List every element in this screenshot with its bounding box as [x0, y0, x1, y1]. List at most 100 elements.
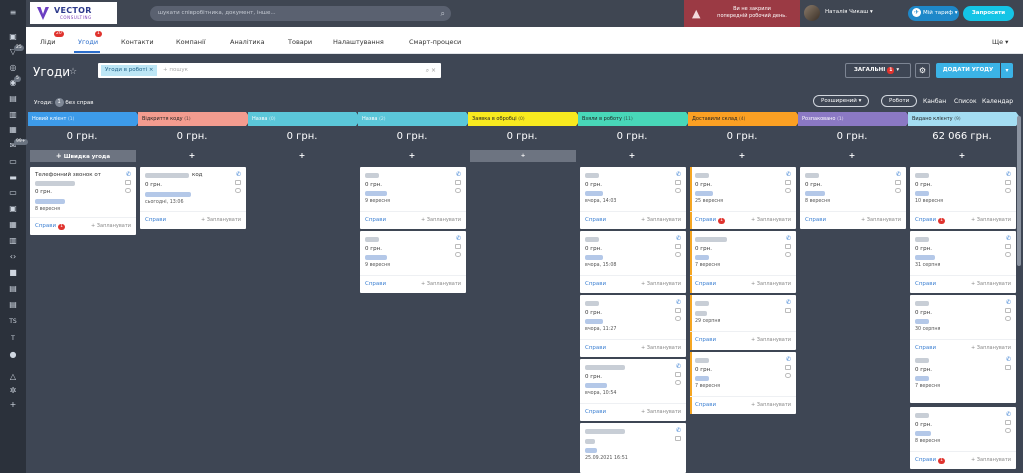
add-deal-plus[interactable]: + [798, 150, 906, 162]
column-header[interactable]: Доставили склад (4) [688, 112, 801, 126]
plus-icon[interactable]: + [8, 400, 18, 410]
plan-link[interactable]: + Запланувати [421, 217, 461, 223]
chat-icon[interactable] [785, 373, 791, 378]
plan-link[interactable]: + Запланувати [641, 281, 681, 287]
deal-card[interactable]: ✆ 29 серпня Справи + Запланувати [690, 295, 796, 350]
mail-icon[interactable] [785, 365, 791, 370]
phone-icon[interactable]: ✆ [1006, 171, 1011, 178]
t-icon[interactable]: T [8, 334, 18, 344]
chat-icon[interactable] [1005, 316, 1011, 321]
plan-link[interactable]: + Запланувати [751, 217, 791, 223]
calendar-icon[interactable]: ▦ [8, 125, 18, 135]
phone-icon[interactable]: ✆ [1006, 356, 1011, 363]
view-list[interactable]: Список [954, 98, 977, 105]
phone-icon[interactable]: ✆ [676, 299, 681, 306]
filter-chip[interactable]: Угоди в роботі × [101, 65, 158, 76]
quick-deal-button[interactable]: + Швидка угода [30, 150, 136, 162]
add-deal-plus[interactable]: + [358, 150, 466, 162]
workday-warning[interactable]: ▲ Ви не закрили попередній робочий день. [684, 0, 800, 27]
mail-icon[interactable] [1005, 180, 1011, 185]
mail-icon[interactable] [675, 372, 681, 377]
plan-link[interactable]: + Запланувати [971, 345, 1011, 351]
phone-icon[interactable]: ✆ [676, 427, 681, 434]
affairs-link[interactable]: Справи 1 [915, 457, 945, 464]
phone-icon[interactable]: ✆ [786, 356, 791, 363]
view-kanban[interactable]: Канбан [923, 98, 946, 105]
global-search-input[interactable]: шукати співробітника, документ, інше... … [150, 6, 451, 21]
deal-card[interactable]: ✆ 0 грн. 9 вересня Справи + Запланувати [360, 231, 466, 293]
chat-icon[interactable] [1005, 428, 1011, 433]
column-header[interactable]: Відкриття коду (1) [138, 112, 251, 126]
phone-icon[interactable]: ✆ [236, 171, 241, 178]
deal-card[interactable]: ✆ 0 грн. 10 вересня Справи 1 + Заплануват… [910, 167, 1016, 229]
blurred-contact[interactable] [145, 192, 191, 197]
plan-link[interactable]: + Запланувати [751, 337, 791, 343]
chat-icon[interactable] [1005, 252, 1011, 257]
plan-link[interactable]: + Запланувати [641, 409, 681, 415]
deal-card[interactable]: ✆ 0 грн. 8 вересня Справи + Запланувати [800, 167, 906, 229]
chat-icon[interactable] [675, 252, 681, 257]
chat-icon[interactable] [675, 188, 681, 193]
filter-search-input[interactable]: Угоди в роботі × + пошук ⌕ × [98, 63, 441, 78]
phone-icon[interactable]: ✆ [786, 171, 791, 178]
circle-icon[interactable]: ● [8, 350, 18, 360]
mail-icon[interactable] [455, 244, 461, 249]
general-dropdown-button[interactable]: ЗАГАЛЬНІ 1 ▾ [845, 63, 911, 78]
plan-link[interactable]: + Запланувати [201, 217, 241, 223]
affairs-link[interactable]: Справи [145, 217, 166, 223]
tab-contacts[interactable]: Контакти [121, 38, 154, 46]
tab-companies[interactable]: Компанії [176, 38, 206, 46]
phone-icon[interactable]: ✆ [676, 235, 681, 242]
add-deal-plus[interactable]: + [138, 150, 246, 162]
add-deal-plus[interactable]: + [908, 150, 1016, 162]
plan-link[interactable]: + Запланувати [971, 457, 1011, 463]
deal-card[interactable]: код ✆ 0 грн. сьогодні, 13:06 Справи + За… [140, 167, 246, 229]
phone-icon[interactable]: ✆ [1006, 411, 1011, 418]
blurred-contact[interactable] [35, 199, 65, 204]
phone-icon[interactable]: ✆ [456, 235, 461, 242]
video-icon[interactable]: ■ [8, 268, 18, 278]
code-icon[interactable]: ‹› [8, 252, 18, 262]
mail-icon[interactable] [125, 180, 131, 185]
deal-card[interactable]: ✆ 0 грн. вчора, 14:03 Справи + Запланува… [580, 167, 686, 229]
warning-icon[interactable]: △ [8, 372, 18, 382]
target-icon[interactable]: ◎ [8, 63, 18, 73]
affairs-link[interactable]: Справи [695, 337, 716, 343]
star-icon[interactable]: ☆ [69, 67, 77, 77]
phone-icon[interactable]: ✆ [896, 171, 901, 178]
deal-card[interactable]: ✆ 0 грн. 30 серпня Справи + Запланувати [910, 295, 1016, 357]
inbox-icon[interactable]: ▣ [8, 32, 18, 42]
briefcase-icon[interactable]: ▣ [8, 204, 18, 214]
chat-icon[interactable] [1005, 188, 1011, 193]
deal-card[interactable]: ✆ 0 грн. вчора, 15:08 Справи + Запланува… [580, 231, 686, 293]
scrollbar-thumb[interactable] [1017, 116, 1021, 266]
doc-icon[interactable]: ▤ [8, 284, 18, 294]
plan-link[interactable]: + Запланувати [421, 281, 461, 287]
mail-icon[interactable] [895, 180, 901, 185]
chat-icon[interactable] [785, 252, 791, 257]
phone-icon[interactable]: ✆ [786, 299, 791, 306]
phone-icon[interactable]: ✆ [1006, 235, 1011, 242]
company-logo[interactable]: VECTOR CONSULTING [30, 2, 117, 24]
mail-icon[interactable] [1005, 244, 1011, 249]
phone-icon[interactable]: ✆ [786, 235, 791, 242]
search-clear-icons[interactable]: ⌕ × [426, 63, 436, 78]
plan-link[interactable]: + Запланувати [971, 281, 1011, 287]
plan-link[interactable]: + Запланувати [861, 217, 901, 223]
list-icon[interactable]: ▤ [8, 300, 18, 310]
deals-counter[interactable]: Угоди: 1 без справ [34, 98, 94, 107]
invite-button[interactable]: Запросити [963, 6, 1014, 21]
mail-icon[interactable] [785, 308, 791, 313]
column-header[interactable]: Розпаковано (1) [798, 112, 911, 126]
deal-card[interactable]: ✆ 0 грн. 7 вересня Справи + Запланувати [690, 352, 796, 414]
deal-card[interactable]: Телефонний звонок от ✆ 0 грн. 8 вересня … [30, 167, 136, 235]
plan-link[interactable]: + Запланувати [641, 217, 681, 223]
add-deal-plus[interactable]: + [470, 150, 576, 162]
book-icon[interactable]: ▥ [8, 236, 18, 246]
column-header[interactable]: Назва (2) [358, 112, 471, 126]
table-icon[interactable]: ▦ [8, 220, 18, 230]
column-header[interactable]: Заявка в обробці (0) [468, 112, 581, 126]
affairs-link[interactable]: Справи [915, 345, 936, 351]
affairs-link[interactable]: Справи [365, 217, 386, 223]
add-deal-plus[interactable]: + [578, 150, 686, 162]
